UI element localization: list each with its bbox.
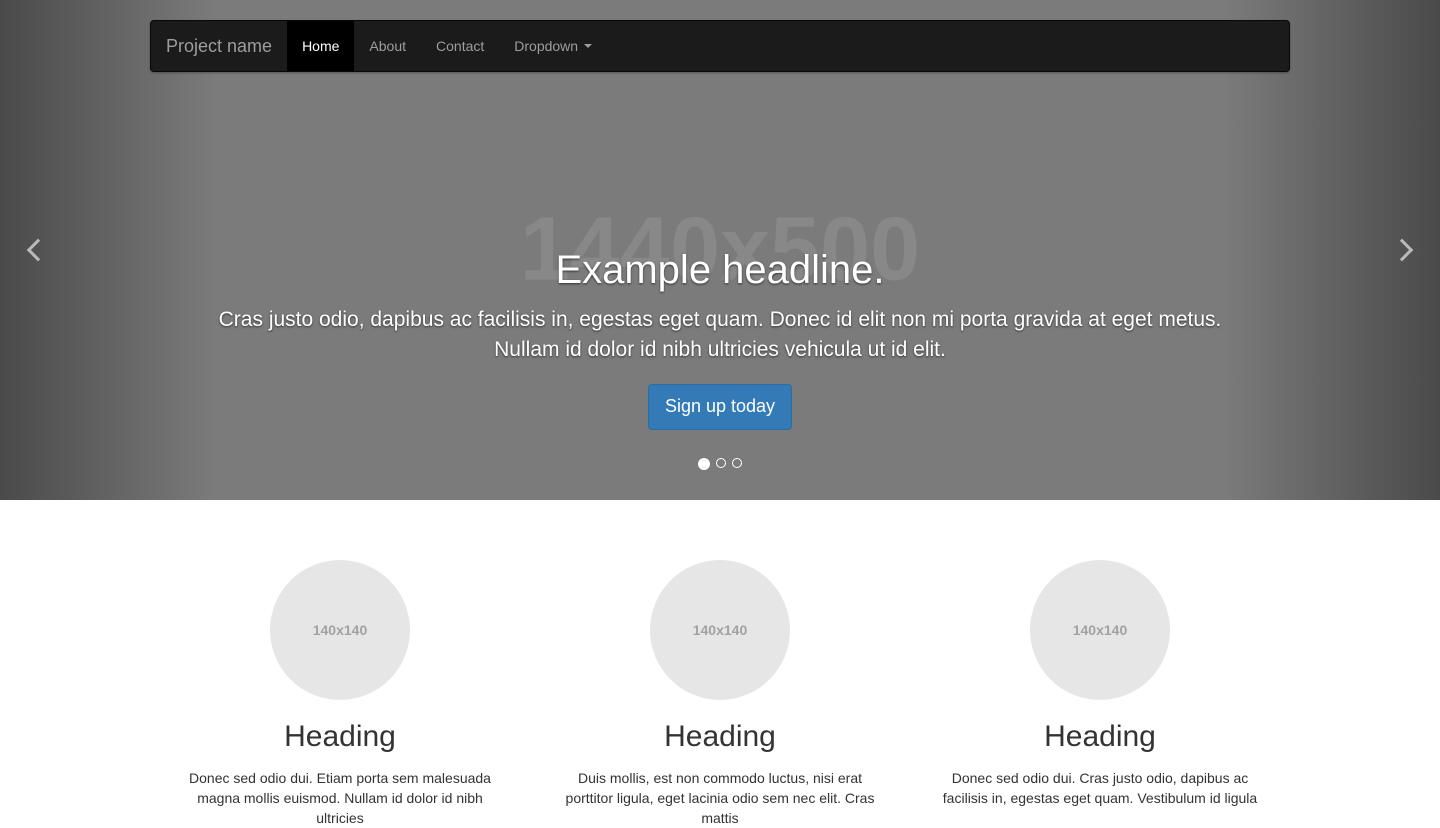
feature-column-2: 140x140 Heading Donec sed odio dui. Cras… [910,560,1290,828]
carousel-indicator-0[interactable] [698,458,710,470]
nav-dropdown[interactable]: Dropdown [499,21,607,71]
carousel-prev-button[interactable] [0,0,216,500]
feature-heading: Heading [165,720,515,754]
navbar-wrapper: Project name Home About Contact Dropdown [0,20,1440,72]
feature-image-placeholder: 140x140 [1030,560,1170,700]
carousel-headline: Example headline. [216,248,1224,293]
feature-column-1: 140x140 Heading Duis mollis, est non com… [530,560,910,828]
carousel-caption: Example headline. Cras justo odio, dapib… [216,248,1224,430]
navbar-brand[interactable]: Project name [151,21,287,71]
feature-image-placeholder: 140x140 [650,560,790,700]
carousel-next-button[interactable] [1224,0,1440,500]
main-navbar: Project name Home About Contact Dropdown [150,20,1290,72]
feature-heading: Heading [545,720,895,754]
signup-button[interactable]: Sign up today [648,384,792,430]
feature-text: Duis mollis, est non commodo luctus, nis… [555,768,885,828]
nav-about[interactable]: About [354,21,421,71]
chevron-left-icon [27,239,50,262]
chevron-right-icon [1391,239,1414,262]
caret-down-icon [584,44,592,48]
feature-text: Donec sed odio dui. Etiam porta sem male… [175,768,505,828]
carousel-indicator-1[interactable] [716,458,726,468]
hero-carousel: 1440x500 Project name Home About Contact… [0,0,1440,500]
feature-image-placeholder: 140x140 [270,560,410,700]
marketing-section: 140x140 Heading Donec sed odio dui. Etia… [135,500,1305,828]
navbar-nav: Home About Contact Dropdown [287,21,607,71]
carousel-indicators [698,458,742,470]
nav-dropdown-label: Dropdown [514,36,578,56]
carousel-lead: Cras justo odio, dapibus ac facilisis in… [216,305,1224,364]
nav-home[interactable]: Home [287,21,354,71]
feature-column-0: 140x140 Heading Donec sed odio dui. Etia… [150,560,530,828]
feature-text: Donec sed odio dui. Cras justo odio, dap… [935,768,1265,808]
feature-heading: Heading [925,720,1275,754]
carousel-indicator-2[interactable] [732,458,742,468]
nav-contact[interactable]: Contact [421,21,499,71]
